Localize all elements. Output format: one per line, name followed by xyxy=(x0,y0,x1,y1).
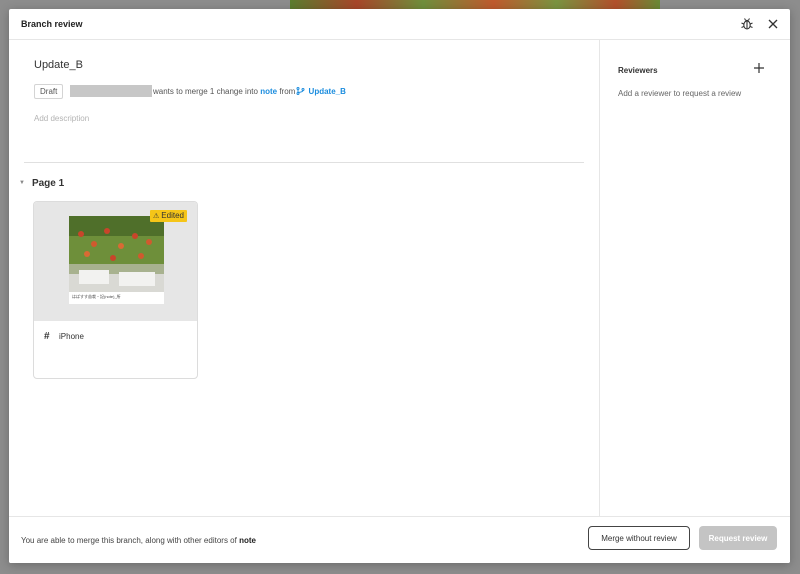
branch-details: Update_B Draft wants to merge 1 change i… xyxy=(9,40,599,516)
frame-name: iPhone xyxy=(59,332,84,341)
edited-badge: ⚠ Edited xyxy=(150,210,187,222)
source-branch-link[interactable]: Update_B xyxy=(309,87,346,96)
merge-without-review-button[interactable]: Merge without review xyxy=(588,526,690,550)
frame-icon: # xyxy=(44,331,50,342)
branch-title: Update_B xyxy=(34,59,83,71)
page-label: Page 1 xyxy=(31,178,65,189)
request-review-button[interactable]: Request review xyxy=(699,526,777,550)
page-section-toggle[interactable]: ▼ Page 1 xyxy=(19,178,64,189)
frame-card[interactable]: はばすす苗栽・記(note)_所 ⚠ Edited # iPhone xyxy=(33,201,198,379)
thumbnail-image: はばすす苗栽・記(note)_所 xyxy=(69,216,164,304)
reviewers-title: Reviewers xyxy=(618,66,658,75)
branch-review-modal: Branch review Update_B Draft wants to me… xyxy=(9,9,790,563)
branch-icon xyxy=(296,87,305,95)
author-name-redacted xyxy=(70,85,152,97)
warning-icon: ⚠ xyxy=(153,213,160,220)
bug-icon[interactable] xyxy=(739,16,755,32)
reviewers-panel: Reviewers Add a reviewer to request a re… xyxy=(599,40,790,516)
modal-footer: You are able to merge this branch, along… xyxy=(9,516,790,563)
footer-message-text: You are able to merge this branch, along… xyxy=(21,536,237,545)
merge-summary-text: wants to merge 1 change into xyxy=(153,87,258,96)
edited-badge-label: Edited xyxy=(161,211,184,220)
frame-thumbnail: はばすす苗栽・記(note)_所 ⚠ Edited xyxy=(34,202,197,320)
reviewer-hint: Add a reviewer to request a review xyxy=(618,89,742,98)
modal-header: Branch review xyxy=(9,9,790,40)
target-branch-link[interactable]: note xyxy=(260,87,277,96)
close-icon[interactable] xyxy=(765,16,781,32)
status-badge: Draft xyxy=(34,84,64,99)
thumbnail-caption: はばすす苗栽・記(note)_所 xyxy=(72,294,121,299)
add-description-field[interactable]: Add description xyxy=(34,114,89,123)
modal-title: Branch review xyxy=(21,19,83,29)
add-reviewer-plus-icon[interactable] xyxy=(752,61,766,75)
from-text: from xyxy=(279,87,296,96)
merge-summary: wants to merge 1 change into note from U… xyxy=(153,87,346,96)
footer-message: You are able to merge this branch, along… xyxy=(21,536,256,545)
footer-file-name: note xyxy=(239,536,256,545)
caret-down-icon: ▼ xyxy=(19,180,25,186)
frame-card-footer: # iPhone xyxy=(34,320,197,378)
section-divider xyxy=(24,162,584,163)
